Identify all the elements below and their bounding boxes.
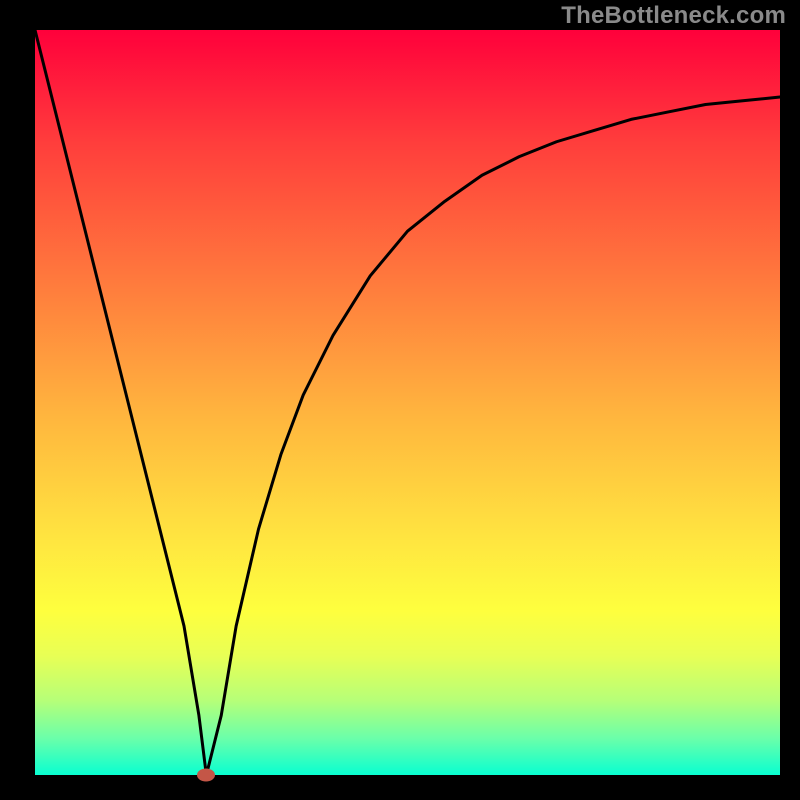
bottleneck-curve (35, 30, 780, 775)
watermark-text: TheBottleneck.com (561, 2, 786, 30)
optimal-point-marker (197, 769, 215, 782)
chart-frame: TheBottleneck.com (0, 0, 800, 800)
plot-area (35, 30, 780, 775)
